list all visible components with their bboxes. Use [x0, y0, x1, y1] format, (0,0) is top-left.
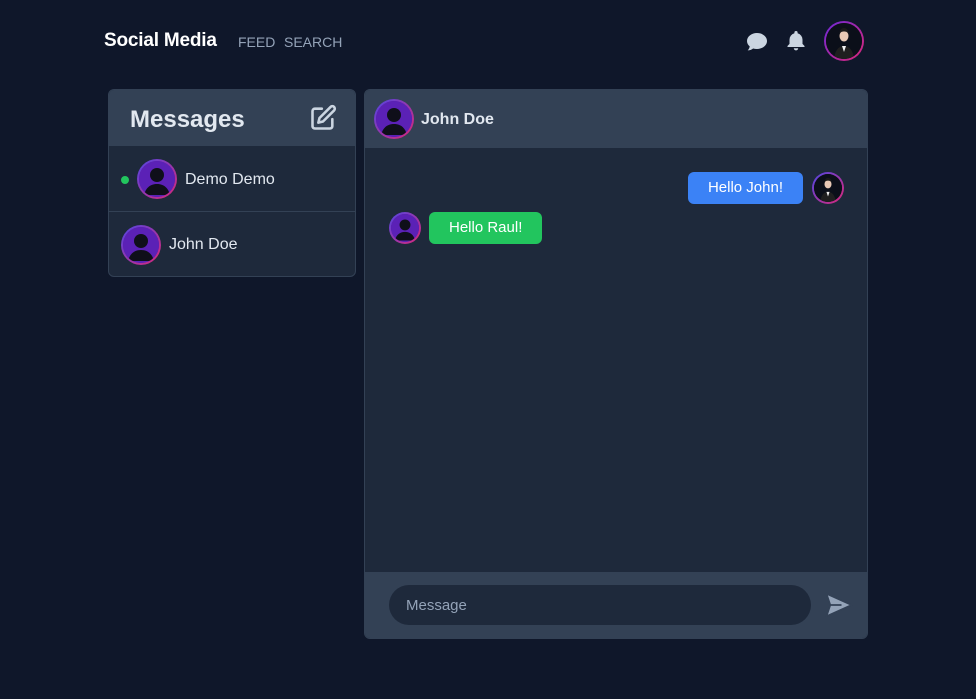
chat-panel: John Doe Hello John! Hello Raul! [364, 89, 868, 639]
bell-icon[interactable] [784, 29, 808, 53]
conversation-item[interactable]: John Doe [109, 212, 355, 276]
send-icon[interactable] [824, 590, 854, 620]
chat-footer [365, 572, 867, 638]
avatar [121, 225, 161, 265]
nav-link-search[interactable]: SEARCH [284, 34, 342, 50]
contact-avatar[interactable] [374, 99, 414, 139]
message-input[interactable] [389, 585, 811, 625]
avatar [137, 159, 177, 199]
conversation-name: Demo Demo [185, 171, 275, 188]
user-silhouette-icon [123, 227, 159, 263]
conversation-name: John Doe [169, 236, 238, 253]
profile-avatar[interactable] [824, 21, 864, 61]
contact-message-avatar [389, 212, 421, 244]
online-indicator [121, 176, 129, 184]
chat-bubble-icon[interactable] [745, 30, 769, 54]
messages-header: Messages [109, 90, 355, 146]
sender-avatar [812, 172, 844, 204]
contact-name[interactable]: John Doe [421, 111, 494, 129]
top-nav: Social Media FEED SEARCH [0, 0, 976, 84]
user-silhouette-icon [376, 101, 412, 137]
user-silhouette-icon [139, 161, 175, 197]
conversation-item[interactable]: Demo Demo [109, 146, 355, 212]
profile-photo [826, 23, 862, 59]
compose-icon[interactable] [309, 104, 337, 132]
profile-photo [814, 174, 842, 202]
messages-panel: Messages Demo Demo John Doe [108, 89, 356, 277]
user-silhouette-icon [391, 214, 419, 242]
nav-link-feed[interactable]: FEED [238, 34, 275, 50]
brand-logo[interactable]: Social Media [104, 30, 217, 52]
chat-header: John Doe [365, 90, 867, 148]
outgoing-message: Hello John! [687, 172, 803, 204]
incoming-message: Hello Raul! [429, 212, 543, 244]
messages-title: Messages [130, 106, 245, 133]
